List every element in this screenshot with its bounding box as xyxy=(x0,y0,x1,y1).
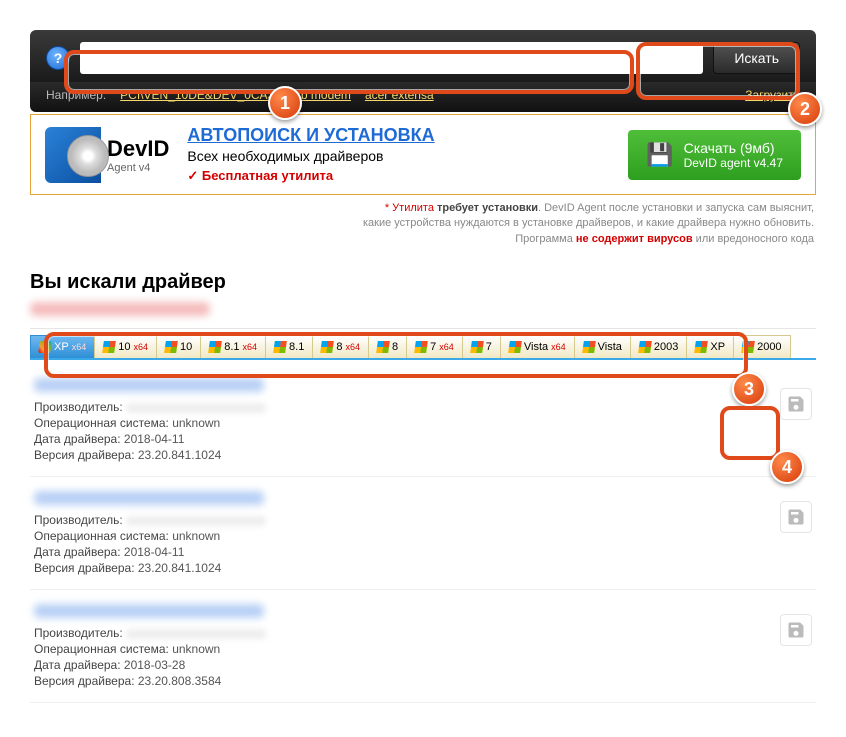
save-icon: 💾 xyxy=(646,142,673,168)
windows-icon xyxy=(164,341,178,353)
windows-icon xyxy=(582,341,596,353)
fine-print: * Утилита требует установки. DevID Agent… xyxy=(32,201,814,247)
os-tab-8-x64[interactable]: 8x64 xyxy=(312,335,369,358)
promo-title[interactable]: АВТОПОИСК И УСТАНОВКА xyxy=(187,125,610,146)
os-tab-XP[interactable]: XP xyxy=(686,335,734,358)
windows-icon xyxy=(695,341,709,353)
os-tab-2000[interactable]: 2000 xyxy=(733,335,790,358)
os-tabs: XPx6410x64108.1x648.18x6487x647Vistax64V… xyxy=(30,328,816,360)
os-tab-Vista[interactable]: Vista xyxy=(574,335,631,358)
promo-sub: Всех необходимых драйверов xyxy=(187,148,610,164)
download-line2: DevID agent v4.47 xyxy=(684,156,783,170)
disc-icon xyxy=(45,127,101,183)
query-blur xyxy=(30,302,210,316)
windows-icon xyxy=(102,341,116,353)
windows-icon xyxy=(508,341,522,353)
search-bar: ? Искать xyxy=(30,30,816,82)
save-driver-button[interactable] xyxy=(780,614,812,646)
os-tab-2003[interactable]: 2003 xyxy=(630,335,687,358)
promo-free: Бесплатная утилита xyxy=(187,168,610,184)
result-title-blur xyxy=(34,491,264,505)
help-icon[interactable]: ? xyxy=(46,46,70,70)
windows-icon xyxy=(38,341,52,353)
windows-icon xyxy=(741,341,755,353)
results-heading: Вы искали драйвер xyxy=(30,271,816,294)
windows-icon xyxy=(376,341,390,353)
os-tab-10[interactable]: 10 xyxy=(156,335,201,358)
download-button[interactable]: 💾 Скачать (9мб)DevID agent v4.47 xyxy=(628,130,801,180)
example-link[interactable]: PCI\VEN_10DE&DEV_0CA3 xyxy=(120,88,274,102)
result-item: Производитель: Операционная система: unk… xyxy=(30,590,816,703)
os-tab-8.1[interactable]: 8.1 xyxy=(265,335,313,358)
os-tab-7-x64[interactable]: 7x64 xyxy=(406,335,463,358)
save-driver-button[interactable] xyxy=(780,388,812,420)
windows-icon xyxy=(470,341,484,353)
promo-logo: DevIDAgent v4 xyxy=(45,127,169,183)
os-tab-XP-x64[interactable]: XPx64 xyxy=(30,335,95,358)
agent-version: Agent v4 xyxy=(107,162,169,174)
upload-link[interactable]: Загрузить xyxy=(745,88,800,102)
result-title-blur xyxy=(34,604,264,618)
promo-banner: DevIDAgent v4 АВТОПОИСК И УСТАНОВКА Всех… xyxy=(30,114,816,195)
download-line1: Скачать (9мб) xyxy=(684,140,783,156)
result-item: Производитель: Операционная система: unk… xyxy=(30,364,816,477)
example-label: Например: xyxy=(46,88,106,102)
os-tab-8.1-x64[interactable]: 8.1x64 xyxy=(200,335,266,358)
example-link[interactable]: usb modem xyxy=(288,88,351,102)
results-list: Производитель: Операционная система: unk… xyxy=(30,360,816,707)
os-tab-10-x64[interactable]: 10x64 xyxy=(94,335,157,358)
search-button[interactable]: Искать xyxy=(713,42,800,74)
os-tab-Vista-x64[interactable]: Vistax64 xyxy=(500,335,575,358)
os-tab-8[interactable]: 8 xyxy=(368,335,407,358)
examples-row: Например: PCI\VEN_10DE&DEV_0CA3 usb mode… xyxy=(30,82,816,112)
windows-icon xyxy=(320,341,334,353)
windows-icon xyxy=(638,341,652,353)
windows-icon xyxy=(208,341,222,353)
example-link[interactable]: acer extensa xyxy=(365,88,434,102)
search-input[interactable] xyxy=(80,42,703,74)
brand-name: DevID xyxy=(107,136,169,161)
windows-icon xyxy=(273,341,287,353)
result-title-blur xyxy=(34,378,264,392)
windows-icon xyxy=(414,341,428,353)
save-driver-button[interactable] xyxy=(780,501,812,533)
result-item: Производитель: Операционная система: unk… xyxy=(30,477,816,590)
os-tab-7[interactable]: 7 xyxy=(462,335,501,358)
